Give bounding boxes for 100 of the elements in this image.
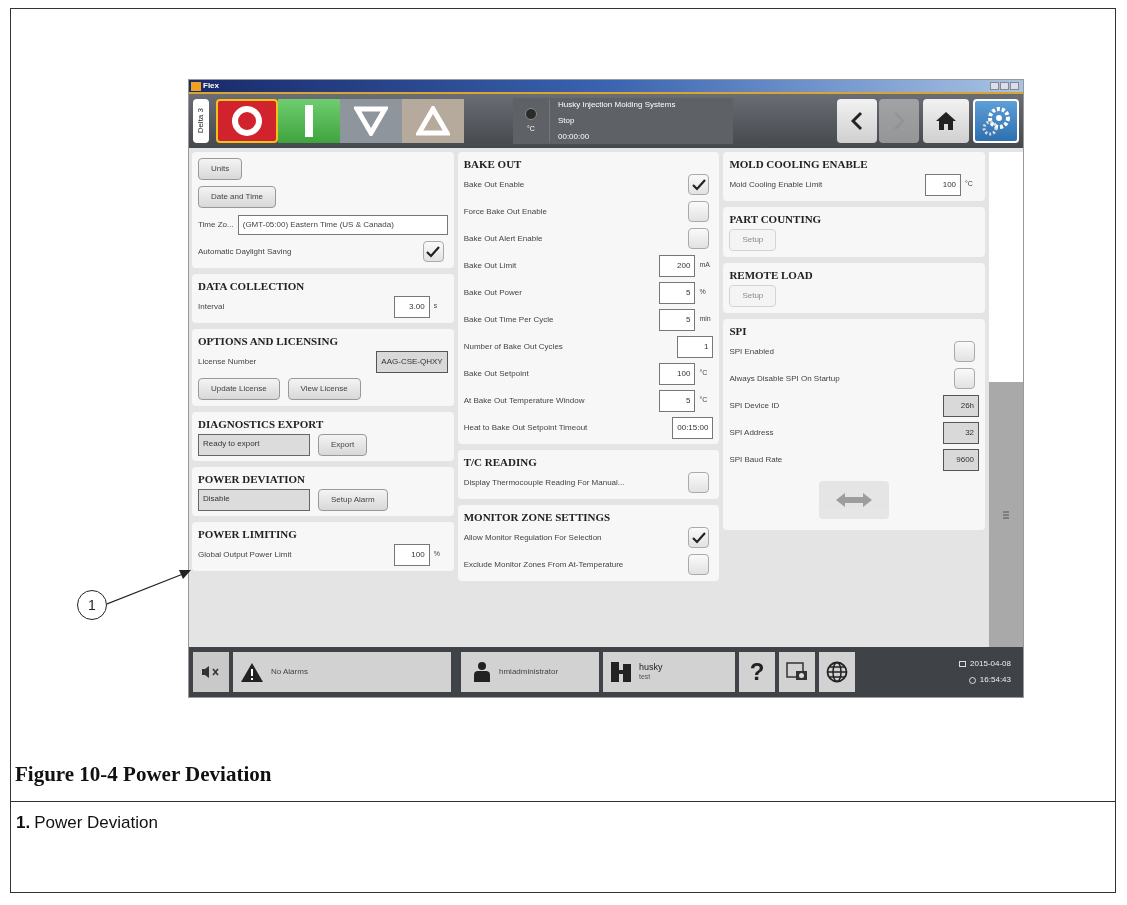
- setting-label: Global Output Power Limit: [198, 548, 292, 561]
- figure-caption: Figure 10-4 Power Deviation: [14, 761, 273, 788]
- setup-button[interactable]: Date and Time: [198, 186, 277, 208]
- value-field[interactable]: 5: [659, 308, 696, 331]
- value-field[interactable]: 3.00: [393, 295, 430, 318]
- time-text: 16:54:43: [979, 674, 1011, 686]
- maximize-icon[interactable]: [1000, 82, 1009, 90]
- gears-icon: [980, 105, 1012, 137]
- back-button[interactable]: [837, 99, 877, 143]
- warning-icon: [241, 662, 263, 682]
- date-text: 2015-04-08: [970, 658, 1011, 670]
- checkbox[interactable]: [688, 527, 710, 548]
- mute-button[interactable]: [193, 652, 229, 692]
- bar-icon: [305, 105, 313, 137]
- machine-button[interactable]: [340, 99, 402, 143]
- setting-label: SPI Enabled: [729, 345, 774, 358]
- setting-label: Exclude Monitor Zones From At-Temperature: [463, 558, 624, 571]
- value-field[interactable]: 100: [925, 173, 962, 196]
- setting-label: Bake Out Time Per Cycle: [463, 313, 554, 326]
- setup-button[interactable]: View License: [287, 378, 361, 400]
- value-field[interactable]: 5: [659, 389, 696, 412]
- grip-icon: [1003, 510, 1010, 519]
- value-field[interactable]: AAG-CSE-QHXY: [376, 350, 448, 373]
- callout-marker: 1: [77, 590, 107, 620]
- site-name: husky: [639, 662, 663, 674]
- clock-icon: [968, 676, 976, 684]
- action-button[interactable]: Export: [318, 433, 368, 456]
- checkbox[interactable]: [688, 201, 710, 222]
- machine-button[interactable]: [402, 99, 464, 143]
- language-button[interactable]: [819, 652, 855, 692]
- value-field[interactable]: 100: [393, 543, 430, 566]
- app-logo-icon: [191, 81, 201, 91]
- checkbox[interactable]: [422, 241, 444, 262]
- timezone-field[interactable]: (GMT-05:00) Eastern Time (US & Canada): [237, 214, 448, 235]
- setting-label: Bake Out Setpoint: [463, 367, 529, 380]
- screenshot-button[interactable]: [779, 652, 815, 692]
- machine-button[interactable]: [216, 99, 278, 143]
- setting-label: Always Disable SPI On Startup: [729, 372, 840, 385]
- back-icon: [851, 111, 863, 131]
- stop-circle-icon: [231, 105, 263, 137]
- value-field[interactable]: 1: [677, 335, 714, 358]
- section-heading: MONITOR ZONE SETTINGS: [463, 510, 612, 524]
- setup-button[interactable]: Update License: [198, 378, 280, 400]
- setting-label: Automatic Daylight Saving: [198, 245, 292, 258]
- value-field[interactable]: 00:15:00: [672, 416, 714, 439]
- section-heading: BAKE OUT: [463, 157, 523, 171]
- scrollbar-thumb[interactable]: [989, 382, 1023, 647]
- value-field[interactable]: 9600: [943, 448, 980, 471]
- checkmark-icon: [691, 531, 706, 544]
- setup-button[interactable]: Units: [198, 158, 243, 180]
- machine-button[interactable]: [278, 99, 340, 143]
- machine-state: Stop: [558, 115, 576, 127]
- field-label: Time Zo...: [198, 218, 234, 231]
- settings-button[interactable]: [973, 99, 1019, 143]
- setting-label: Bake Out Power: [463, 286, 522, 299]
- setting-label: SPI Address: [729, 426, 774, 439]
- status-field: Disable: [198, 488, 310, 511]
- setting-label: License Number: [198, 355, 257, 368]
- close-icon[interactable]: [1010, 82, 1019, 90]
- section-heading: OPTIONS AND LICENSING: [198, 334, 339, 348]
- setting-label: SPI Baud Rate: [729, 453, 783, 466]
- checkmark-icon: [691, 178, 706, 191]
- setting-label: Bake Out Alert Enable: [463, 232, 543, 245]
- setting-label: Interval: [198, 300, 225, 313]
- action-button[interactable]: Setup Alarm: [318, 488, 388, 511]
- muted-speaker-icon: [201, 665, 221, 679]
- legend-number: 1.: [16, 811, 31, 834]
- status-light-icon: [525, 107, 537, 120]
- section-heading: DATA COLLECTION: [198, 279, 306, 293]
- checkbox[interactable]: [954, 341, 976, 362]
- person-icon: [473, 662, 491, 682]
- logo-icon: [611, 662, 631, 682]
- value-field[interactable]: 5: [659, 281, 696, 304]
- machine-tab[interactable]: Delta 3: [193, 99, 209, 143]
- help-button[interactable]: ?: [739, 652, 775, 692]
- calendar-icon: [959, 661, 967, 667]
- window-title: Flex: [203, 82, 219, 90]
- checkbox[interactable]: [688, 554, 710, 575]
- setting-label: Force Bake Out Enable: [463, 205, 547, 218]
- checkbox[interactable]: [954, 368, 976, 389]
- value-field[interactable]: 26h: [943, 394, 980, 417]
- user-button[interactable]: hmiadministrator: [461, 652, 599, 692]
- section-heading: REMOTE LOAD: [729, 268, 814, 282]
- value-field[interactable]: 100: [659, 362, 696, 385]
- company-name: Husky Injection Molding Systems: [558, 99, 676, 111]
- minimize-icon[interactable]: [990, 82, 999, 90]
- setting-label: SPI Device ID: [729, 399, 780, 412]
- setting-label: Heat to Bake Out Setpoint Timeout: [463, 421, 588, 434]
- checkbox[interactable]: [688, 228, 710, 249]
- setting-label: Mold Cooling Enable Limit: [729, 178, 823, 191]
- value-field[interactable]: 32: [943, 421, 980, 444]
- checkbox[interactable]: [688, 174, 710, 195]
- section-heading: POWER LIMITING: [198, 527, 298, 541]
- alarm-button[interactable]: No Alarms: [233, 652, 451, 692]
- home-button[interactable]: [923, 99, 969, 143]
- section-heading: T/C READING: [463, 455, 538, 469]
- section-heading: DIAGNOSTICS EXPORT: [198, 417, 325, 431]
- value-field[interactable]: 200: [659, 254, 696, 277]
- checkbox[interactable]: [688, 472, 710, 493]
- globe-icon: [826, 661, 848, 683]
